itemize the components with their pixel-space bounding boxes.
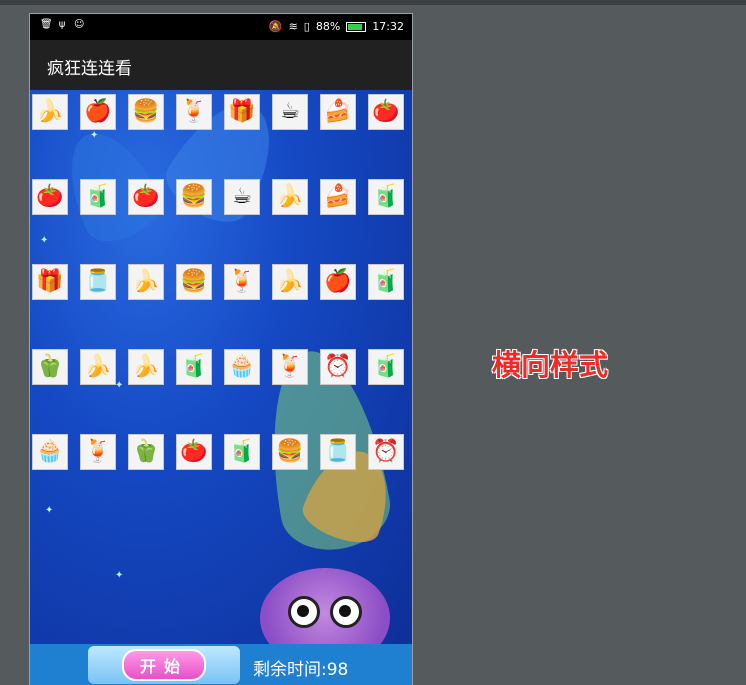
tile-burger[interactable]: 🍔	[272, 434, 308, 470]
status-icons-right: 🔕 ≋ ▯ 88% 17:32	[269, 20, 404, 33]
sparkle-icon: ✦	[90, 130, 99, 141]
start-button[interactable]: 开始	[88, 646, 240, 684]
tile-row: 🍌 🍎 🍔 🍹 🎁 ☕ 🍰 🍅	[32, 94, 404, 130]
wifi-icon: ≋	[288, 20, 298, 33]
tile-juice[interactable]: 🍹	[80, 434, 116, 470]
tile-burger[interactable]: 🍔	[128, 94, 164, 130]
monkey-eye	[330, 596, 362, 628]
tile-gift[interactable]: 🎁	[224, 94, 260, 130]
usb-icon: ψ	[58, 19, 66, 30]
tile-drink-box[interactable]: 🧃	[368, 349, 404, 385]
tile-tomato[interactable]: 🍅	[32, 179, 68, 215]
tile-banana[interactable]: 🍌	[272, 264, 308, 300]
status-bar: 🗑 ψ ☺ 🔕 ≋ ▯ 88% 17:32	[30, 14, 412, 40]
trash-icon: 🗑	[40, 19, 53, 30]
tile-coffee[interactable]: ☕	[272, 94, 308, 130]
tile-clock-bonus[interactable]: ⏰	[368, 434, 404, 470]
tile-juice[interactable]: 🍹	[176, 94, 212, 130]
sparkle-icon: ✦	[45, 505, 54, 516]
window-top-border	[0, 0, 746, 5]
battery-percent: 88%	[315, 20, 341, 33]
tile-banana[interactable]: 🍌	[128, 264, 164, 300]
tile-juice[interactable]: 🍹	[224, 264, 260, 300]
sparkle-icon: ✦	[40, 235, 49, 246]
sparkle-icon: ✦	[115, 570, 124, 581]
tile-gift[interactable]: 🎁	[32, 264, 68, 300]
smiley-icon: ☺	[74, 19, 85, 30]
mute-icon: 🔕	[268, 20, 283, 33]
tile-drink-box[interactable]: 🧃	[368, 264, 404, 300]
tile-jam-jar[interactable]: 🫙	[320, 434, 356, 470]
orientation-caption: 横向样式	[492, 348, 609, 382]
tile-row: 🎁 🫙 🍌 🍔 🍹 🍌 🍎 🧃	[32, 264, 404, 300]
sim-icon: ▯	[303, 20, 310, 33]
tile-cake[interactable]: 🍰	[320, 179, 356, 215]
tile-burger[interactable]: 🍔	[176, 179, 212, 215]
tile-row: 🧁 🍹 🫑 🍅 🧃 🍔 🫙 ⏰	[32, 434, 404, 470]
battery-icon	[346, 21, 367, 32]
tile-drink-box[interactable]: 🧃	[80, 179, 116, 215]
tile-row: 🫑 🍌 🍌 🧃 🧁 🍹 ⏰ 🧃	[32, 349, 404, 385]
tile-banana[interactable]: 🍌	[32, 94, 68, 130]
tile-juice[interactable]: 🍹	[272, 349, 308, 385]
tile-row: 🍅 🧃 🍅 🍔 ☕ 🍌 🍰 🧃	[32, 179, 404, 215]
tile-banana[interactable]: 🍌	[80, 349, 116, 385]
tile-pepper[interactable]: 🫑	[32, 349, 68, 385]
status-icons-left: 🗑 ψ ☺	[40, 20, 84, 30]
tile-burger[interactable]: 🍔	[176, 264, 212, 300]
tile-jam-jar[interactable]: 🫙	[80, 264, 116, 300]
tile-tomato[interactable]: 🍅	[176, 434, 212, 470]
start-button-label: 开始	[121, 649, 206, 681]
tile-tomato[interactable]: 🍅	[368, 94, 404, 130]
tile-drink-box[interactable]: 🧃	[224, 434, 260, 470]
app-title: 疯狂连连看	[47, 59, 132, 79]
tile-yogurt[interactable]: 🧁	[32, 434, 68, 470]
tile-cake[interactable]: 🍰	[320, 94, 356, 130]
app-bar: 疯狂连连看	[30, 40, 412, 90]
remaining-time: 剩余时间:98	[253, 660, 349, 680]
tile-yogurt[interactable]: 🧁	[224, 349, 260, 385]
game-board-area: ✦ ✦ ✦ ✦ ✦ 🍌 🍎 🍔 🍹 🎁 ☕ 🍰 🍅 🍅 🧃 🍅 🍔 ☕ 🍌 🍰 …	[30, 90, 412, 644]
phone-screen: 🗑 ψ ☺ 🔕 ≋ ▯ 88% 17:32 疯狂连连看 ✦ ✦ ✦ ✦ ✦ 🍌 …	[30, 14, 412, 685]
tile-banana[interactable]: 🍌	[128, 349, 164, 385]
tile-tomato[interactable]: 🍅	[128, 179, 164, 215]
tile-apple[interactable]: 🍎	[320, 264, 356, 300]
tile-coffee[interactable]: ☕	[224, 179, 260, 215]
tile-clock-bonus[interactable]: ⏰	[320, 349, 356, 385]
clock: 17:32	[372, 20, 404, 33]
monkey-eye	[288, 596, 320, 628]
tile-apple[interactable]: 🍎	[80, 94, 116, 130]
tile-pepper[interactable]: 🫑	[128, 434, 164, 470]
monkey-mascot	[260, 568, 390, 644]
bottom-bar: 开始 剩余时间:98	[30, 644, 412, 685]
tile-banana[interactable]: 🍌	[272, 179, 308, 215]
tile-drink-box[interactable]: 🧃	[368, 179, 404, 215]
tile-drink-box[interactable]: 🧃	[176, 349, 212, 385]
